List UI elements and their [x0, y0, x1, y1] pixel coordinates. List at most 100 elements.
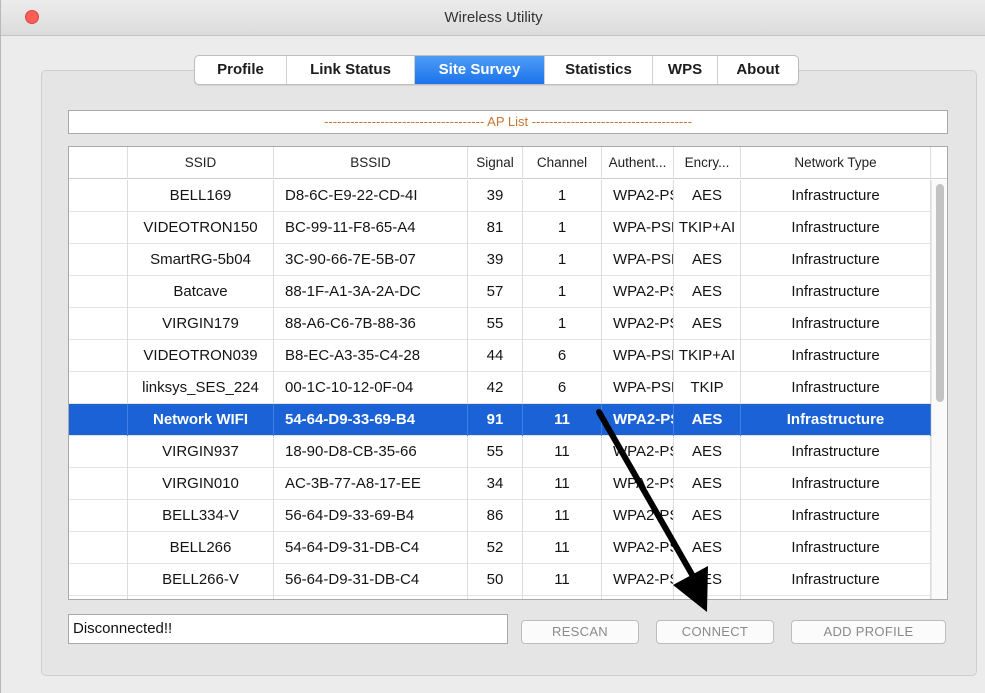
encryption-cell: AES	[674, 404, 741, 436]
row-blank-cell	[69, 564, 128, 596]
encryption-cell: AES	[674, 468, 741, 500]
bssid-cell: 54-64-D9-33-69-B4	[274, 404, 468, 436]
add-profile-button[interactable]: ADD PROFILE	[791, 620, 946, 644]
column-header-encryption[interactable]: Encry...	[674, 147, 741, 179]
tab-wps[interactable]: WPS	[653, 56, 718, 84]
channel-cell: 11	[523, 468, 602, 500]
column-header-blank	[69, 147, 128, 179]
authentication-cell: WPA2-PS	[602, 596, 674, 599]
table-row[interactable]: BELL334-V 56-64-D9-33-69-B4 86 11 WPA2-PS AES…	[69, 500, 947, 532]
row-blank-cell	[69, 372, 128, 404]
tab-profile[interactable]: Profile	[195, 56, 287, 84]
bssid-cell: AC-3B-77-A8-17-EE	[274, 468, 468, 500]
signal-cell: 57	[468, 276, 523, 308]
signal-cell: 39	[468, 180, 523, 212]
channel-cell: 6	[523, 340, 602, 372]
column-header-ssid[interactable]: SSID	[128, 147, 274, 179]
row-blank-cell	[69, 404, 128, 436]
encryption-cell: TKIP+AI	[674, 340, 741, 372]
row-blank-cell	[69, 212, 128, 244]
channel-cell: 11	[523, 404, 602, 436]
signal-cell: 86	[468, 500, 523, 532]
row-blank-cell	[69, 436, 128, 468]
column-header-network-type[interactable]: Network Type	[741, 147, 931, 179]
signal-cell: 44	[468, 340, 523, 372]
bssid-cell: 54-64-D9-31-DB-C4	[274, 532, 468, 564]
ssid-cell: SmartRG-5b04	[128, 244, 274, 276]
connection-status-field: Disconnected!!	[68, 614, 508, 644]
bssid-cell: 00-1C-10-12-0F-04	[274, 372, 468, 404]
network-type-cell: Infrastructure	[741, 468, 931, 500]
ap-list-header: ------------------------------------- AP…	[68, 110, 948, 134]
tab-statistics[interactable]: Statistics	[545, 56, 653, 84]
table-row[interactable]: linksys_SES_224 00-1C-10-12-0F-04 42 6 WPA-P…	[69, 372, 947, 404]
authentication-cell: WPA2-PS	[602, 500, 674, 532]
scrollbar-thumb[interactable]	[936, 184, 944, 402]
network-type-cell: Infrastructure	[741, 500, 931, 532]
encryption-cell: TKIP	[674, 372, 741, 404]
signal-cell: 55	[468, 436, 523, 468]
vertical-scrollbar[interactable]	[931, 180, 947, 599]
authentication-cell: WPA2-PS	[602, 308, 674, 340]
row-blank-cell	[69, 340, 128, 372]
bssid-cell: B8-EC-A3-35-C4-28	[274, 340, 468, 372]
table-row[interactable]: VIRGIN179 88-A6-C6-7B-88-36 55 1 WPA2-PS AES I…	[69, 308, 947, 340]
authentication-cell: WPA-PSK	[602, 212, 674, 244]
rescan-button[interactable]: RESCAN	[521, 620, 639, 644]
channel-cell: 1	[523, 308, 602, 340]
tab-about[interactable]: About	[718, 56, 798, 84]
authentication-cell: WPA-PSK	[602, 372, 674, 404]
column-header-bssid[interactable]: BSSID	[274, 147, 468, 179]
window-title: Wireless Utility	[444, 9, 543, 26]
ssid-cell: VIRGIN179	[128, 308, 274, 340]
signal-cell: 50	[468, 564, 523, 596]
title-bar: Wireless Utility	[1, 0, 985, 36]
column-header-signal[interactable]: Signal	[468, 147, 523, 179]
ap-table: SSID BSSID Signal Channel Authent... Enc…	[68, 146, 948, 600]
table-row[interactable]: Network WIFI 54-64-D9-33-69-B4 91 11 WPA2-PS…	[69, 404, 947, 436]
network-type-cell: Infrastructure	[741, 244, 931, 276]
channel-cell: 36	[523, 596, 602, 599]
column-header-authentication[interactable]: Authent...	[602, 147, 674, 179]
table-row[interactable]: VIDEOTRON039B8-EC-A3-35-C4-28446WPA-PSKT…	[69, 340, 947, 372]
channel-cell: 1	[523, 180, 602, 212]
table-row[interactable]: VIRGIN010 AC-3B-77-A8-17-EE 34 11 WPA2-PS AES…	[69, 468, 947, 500]
table-row[interactable]: Network WIFI54-64-D9-33-69-B57836WPA2-PS…	[69, 596, 947, 599]
row-blank-cell	[69, 180, 128, 212]
ssid-cell: linksys_SES_224	[128, 372, 274, 404]
connect-button[interactable]: CONNECT	[656, 620, 774, 644]
table-row[interactable]: BELL266-V 56-64-D9-31-DB-C4 50 11 WPA2-PS AES…	[69, 564, 947, 596]
bssid-cell: BC-99-11-F8-65-A4	[274, 212, 468, 244]
authentication-cell: WPA2-PS	[602, 436, 674, 468]
network-type-cell: Infrastructure	[741, 180, 931, 212]
row-blank-cell	[69, 276, 128, 308]
encryption-cell: AES	[674, 244, 741, 276]
ssid-cell: VIDEOTRON039	[128, 340, 274, 372]
ssid-cell: Batcave	[128, 276, 274, 308]
authentication-cell: WPA-PSK	[602, 244, 674, 276]
table-row[interactable]: Batcave 88-1F-A1-3A-2A-DC 57 1 WPA2-PS AES Inf…	[69, 276, 947, 308]
encryption-cell: AES	[674, 596, 741, 599]
authentication-cell: WPA2-PS	[602, 276, 674, 308]
authentication-cell: WPA2-PS	[602, 404, 674, 436]
bssid-cell: 56-64-D9-33-69-B4	[274, 500, 468, 532]
authentication-cell: WPA2-PS	[602, 468, 674, 500]
signal-cell: 34	[468, 468, 523, 500]
network-type-cell: Infrastructure	[741, 372, 931, 404]
signal-cell: 42	[468, 372, 523, 404]
encryption-cell: AES	[674, 276, 741, 308]
row-blank-cell	[69, 596, 128, 599]
column-header-channel[interactable]: Channel	[523, 147, 602, 179]
ssid-cell: BELL334-V	[128, 500, 274, 532]
table-row[interactable]: BELL169 D8-6C-E9-22-CD-4I 39 1 WPA2-PS AES Inf…	[69, 180, 947, 212]
table-row[interactable]: BELL266 54-64-D9-31-DB-C4 52 11 WPA2-PS AES In…	[69, 532, 947, 564]
network-type-cell: Infrastructure	[741, 404, 931, 436]
network-type-cell: Infrastructure	[741, 212, 931, 244]
network-type-cell: Infrastructure	[741, 596, 931, 599]
table-row[interactable]: SmartRG-5b043C-90-66-7E-5B-07391WPA-PSKA…	[69, 244, 947, 276]
authentication-cell: WPA-PSK	[602, 340, 674, 372]
tab-site-survey[interactable]: Site Survey	[415, 56, 545, 84]
table-row[interactable]: VIRGIN937 18-90-D8-CB-35-66 55 11 WPA2-PS AES…	[69, 436, 947, 468]
tab-link-status[interactable]: Link Status	[287, 56, 415, 84]
table-row[interactable]: VIDEOTRON150BC-99-11-F8-65-A4811WPA-PSKT…	[69, 212, 947, 244]
